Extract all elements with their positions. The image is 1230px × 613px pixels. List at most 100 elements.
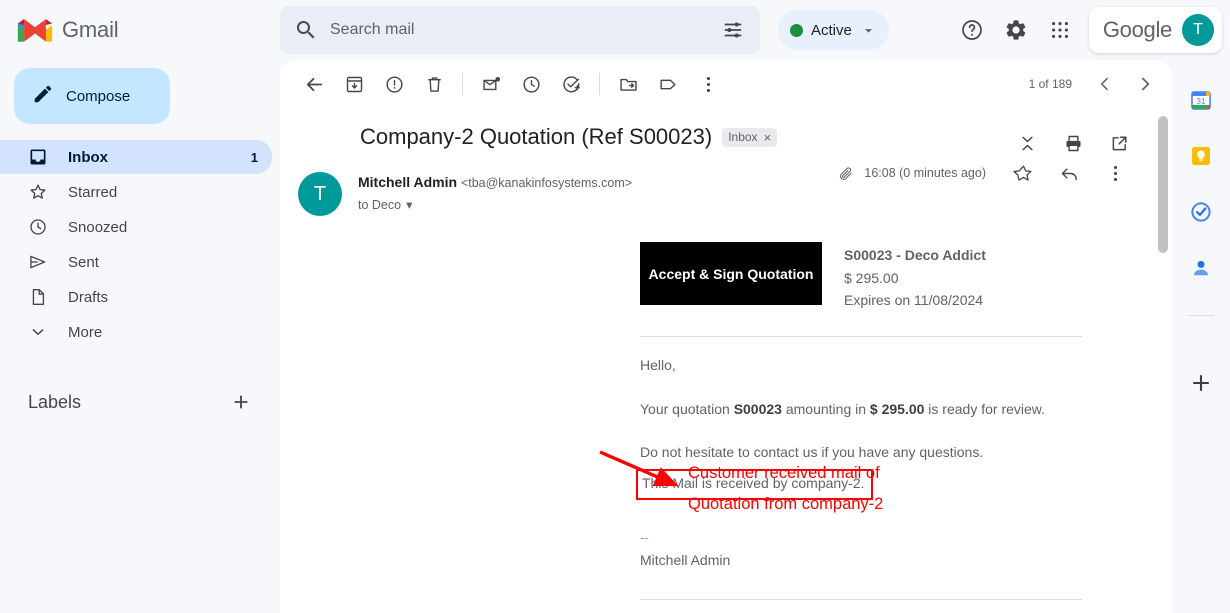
snooze-clock-icon[interactable] [511, 64, 551, 104]
toolbar-divider [462, 73, 463, 95]
send-icon [28, 252, 48, 272]
attachment-clip-icon [837, 165, 854, 182]
body-greeting: Hello, [640, 357, 676, 373]
more-options-icon[interactable] [688, 64, 728, 104]
subject-row: Company-2 Quotation (Ref S00023) Inbox × [280, 108, 1172, 151]
add-to-tasks-icon[interactable] [551, 64, 591, 104]
body-quotation-amount: $ 295.00 [869, 400, 925, 417]
gmail-brand[interactable]: Gmail [0, 0, 280, 60]
status-active-pill[interactable]: Active [778, 10, 889, 50]
google-calendar-icon[interactable]: 31 [1186, 85, 1216, 115]
sidebar-item-label: Drafts [68, 288, 109, 306]
gmail-brand-text: Gmail [62, 17, 119, 42]
sidebar-item-drafts[interactable]: Drafts [0, 280, 272, 314]
sidebar-item-label: Sent [68, 253, 99, 271]
google-contacts-icon[interactable] [1186, 253, 1216, 283]
labels-title: Labels [28, 391, 82, 412]
accept-sign-quotation-button[interactable]: Accept & Sign Quotation [640, 242, 822, 305]
status-label: Active [811, 21, 852, 39]
sender-email: <tba@kanakinfosystems.com> [460, 176, 633, 190]
quotation-title: S00023 - Deco Addict [844, 247, 986, 263]
chevron-down-icon [860, 22, 877, 39]
search-bar[interactable] [280, 6, 760, 54]
body-quotation-line: Your quotation S00023 amounting in $ 295… [640, 399, 1172, 421]
sidebar-item-sent[interactable]: Sent [0, 245, 272, 279]
avatar[interactable]: T [1182, 14, 1214, 46]
chevron-down-icon: ▾ [406, 198, 413, 212]
sidebar-item-starred[interactable]: Starred [0, 175, 272, 209]
top-header-bar: Gmail Active [0, 0, 1230, 60]
scrollbar-thumb[interactable] [1158, 116, 1168, 253]
sender-info: Mitchell Admin <tba@kanakinfosystems.com… [342, 172, 632, 216]
mark-unread-icon[interactable] [471, 64, 511, 104]
apps-grid-icon[interactable] [1039, 9, 1081, 51]
reply-arrow-icon[interactable] [1048, 152, 1090, 194]
gear-icon[interactable] [995, 9, 1037, 51]
archive-icon[interactable] [334, 64, 374, 104]
search-input[interactable] [318, 21, 716, 39]
body-text-post: is ready for review. [924, 400, 1046, 417]
close-icon[interactable]: × [764, 130, 772, 145]
sidebar-item-label: Starred [68, 183, 118, 201]
google-tasks-icon[interactable] [1186, 197, 1216, 227]
back-arrow-icon[interactable] [294, 64, 334, 104]
plus-icon[interactable] [230, 391, 252, 413]
email-signature: -- Mitchell Admin [280, 528, 1172, 571]
gmail-logo-icon [17, 19, 53, 42]
search-icon [294, 18, 318, 42]
sidebar-item-inbox[interactable]: Inbox 1 [0, 140, 272, 174]
recipient-row[interactable]: to Deco ▾ [358, 197, 632, 213]
quotation-amount: $ 295.00 [844, 270, 899, 286]
move-to-folder-icon[interactable] [608, 64, 648, 104]
pencil-icon [32, 83, 54, 110]
sidebar-item-snoozed[interactable]: Snoozed [0, 210, 272, 244]
label-chip-text: Inbox [728, 130, 758, 144]
body-text-pre: Your quotation [640, 400, 734, 417]
signature-dashes: -- [640, 529, 649, 545]
chevron-left-icon[interactable] [1088, 67, 1122, 101]
search-filter-icon[interactable] [716, 13, 750, 47]
inbox-unread-count: 1 [250, 149, 258, 165]
star-outline-icon[interactable] [1002, 152, 1044, 194]
gmail-app-window: Gmail Active [0, 0, 1230, 613]
report-spam-icon[interactable] [374, 64, 414, 104]
more-vert-icon[interactable] [1094, 152, 1136, 194]
help-icon[interactable] [951, 9, 993, 51]
quotation-block: Accept & Sign Quotation S00023 - Deco Ad… [280, 216, 1172, 314]
header-actions: Google T [951, 0, 1230, 60]
sender-row: T Mitchell Admin <tba@kanakinfosystems.c… [280, 150, 1172, 216]
toolbar-divider [599, 73, 600, 95]
email-meta-actions: 16:08 (0 minutes ago) [837, 152, 1136, 194]
pagination: 1 of 189 [1029, 67, 1162, 101]
compose-button[interactable]: Compose [14, 68, 170, 124]
scrollbar-track[interactable] [1158, 108, 1168, 613]
signature-name: Mitchell Admin [640, 551, 731, 568]
chevron-down-icon [28, 322, 48, 342]
star-icon [28, 182, 48, 202]
email-content: Company-2 Quotation (Ref S00023) Inbox × [280, 108, 1172, 613]
inbox-icon [28, 147, 48, 167]
google-keep-icon[interactable] [1186, 141, 1216, 171]
footer-divider [640, 598, 1082, 600]
sender-line: Mitchell Admin <tba@kanakinfosystems.com… [358, 174, 632, 190]
sidebar-item-more[interactable]: More [0, 315, 272, 349]
right-side-panel: 31 [1172, 60, 1230, 613]
account-chip[interactable]: Google T [1088, 7, 1222, 53]
annotation-line-1: Customer received mail of [688, 464, 880, 482]
label-tag-icon[interactable] [648, 64, 688, 104]
email-toolbar: 1 of 189 [280, 60, 1172, 108]
rail-divider [1188, 315, 1214, 316]
clock-icon [28, 217, 48, 237]
delete-trash-icon[interactable] [414, 64, 454, 104]
add-apps-plus-icon[interactable] [1186, 368, 1216, 398]
pagination-text: 1 of 189 [1028, 77, 1072, 91]
quotation-details: S00023 - Deco Addict $ 295.00 Expires on… [844, 242, 986, 314]
email-timestamp: 16:08 (0 minutes ago) [864, 166, 986, 180]
chevron-right-icon[interactable] [1128, 67, 1162, 101]
page-title: Company-2 Quotation (Ref S00023) [360, 124, 713, 149]
recipient-label: to Deco [358, 197, 402, 212]
google-wordmark: Google [1102, 17, 1172, 42]
annotation-line-2: Quotation from company-2 [688, 495, 884, 513]
label-chip-inbox[interactable]: Inbox × [722, 127, 778, 147]
sender-avatar[interactable]: T [298, 172, 342, 216]
